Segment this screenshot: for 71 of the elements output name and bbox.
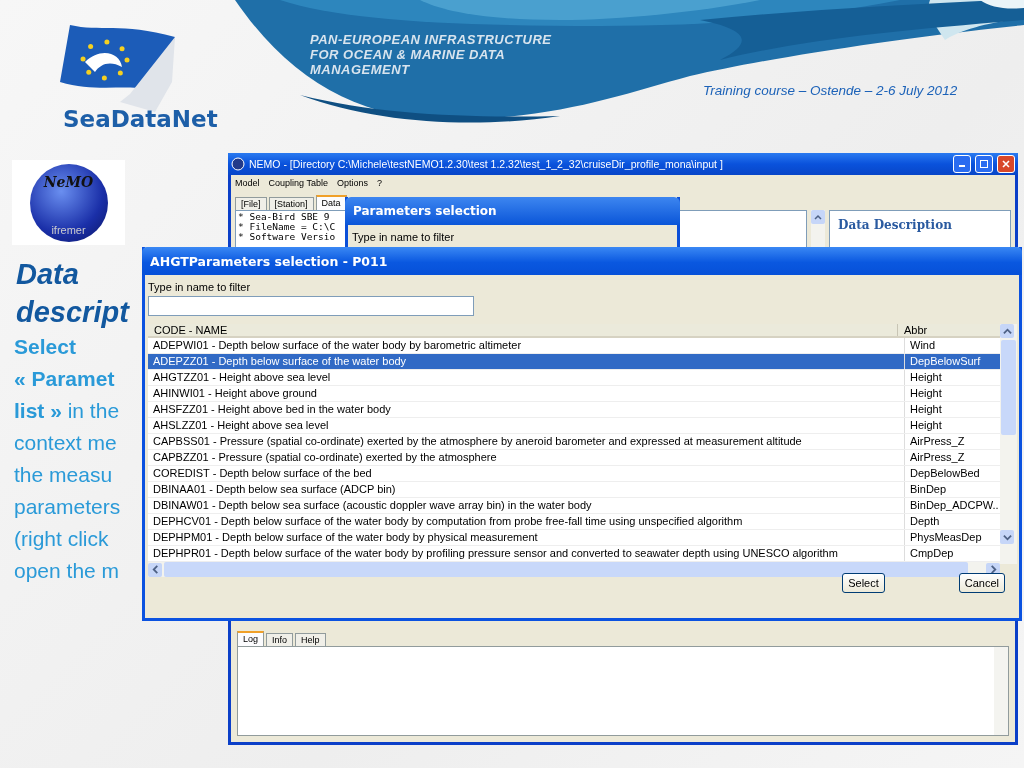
dialog-button[interactable]: Cancel bbox=[958, 573, 1005, 593]
table-cell[interactable]: AHGTZZ01 - Height above sea level bbox=[148, 370, 904, 385]
tab[interactable]: Help bbox=[295, 633, 326, 646]
table-cell[interactable]: AHINWI01 - Height above ground bbox=[148, 386, 904, 401]
tab[interactable]: [Station] bbox=[268, 197, 314, 210]
filter-field[interactable] bbox=[148, 296, 474, 316]
maximize-button[interactable] bbox=[975, 155, 993, 173]
table-cell[interactable]: AHSLZZ01 - Height above sea level bbox=[148, 418, 904, 433]
table-cell[interactable]: CAPBZZ01 - Pressure (spatial co-ordinate) exerted by the atmosphere bbox=[148, 450, 904, 465]
slide-text: parameters bbox=[14, 494, 122, 520]
panel-title: Data Description bbox=[838, 218, 952, 232]
table-cell[interactable]: AHSFZZ01 - Height above bed in the water body bbox=[148, 402, 904, 417]
file-line: * Sea-Bird SBE 9 bbox=[238, 212, 330, 222]
slide-text: (right click bbox=[14, 526, 110, 552]
tab[interactable]: Data bbox=[315, 195, 347, 210]
logo-subtitle: ifremer bbox=[51, 223, 86, 236]
logo-text: SeaDataNet bbox=[63, 106, 218, 132]
table-cell[interactable]: DBINAW01 - Depth below sea surface (acoustic doppler wave array bin) in the water body bbox=[148, 498, 904, 513]
slide-text: context me bbox=[14, 430, 118, 456]
file-line: * FileName = C:\C bbox=[238, 222, 336, 232]
scrollbar-thumb[interactable] bbox=[164, 562, 968, 577]
table-cell[interactable]: CAPBSS01 - Pressure (spatial co-ordinate) exerted by the atmosphere by aneroid barometer and expressed at measurement altitude bbox=[148, 434, 904, 449]
slide-text: list » in the bbox=[14, 398, 121, 424]
tagline-text: FOR OCEAN & MARINE DATA bbox=[310, 47, 507, 62]
slide-heading: descript bbox=[16, 295, 131, 330]
filter-label: Type in name to filter bbox=[351, 230, 456, 245]
dialog-title: AHGTParameters selection - P011 bbox=[142, 247, 1022, 275]
table-cell[interactable]: COREDIST - Depth below surface of the bed bbox=[148, 466, 904, 481]
slide-heading: Data bbox=[16, 257, 80, 292]
file-line: * Software Versio bbox=[238, 232, 336, 242]
slide-text: the measu bbox=[14, 462, 114, 488]
table-cell[interactable]: ADEPZZ01 - Depth below surface of the water body bbox=[148, 354, 904, 369]
menu-item[interactable]: Options bbox=[336, 178, 368, 188]
caret-up-icon bbox=[814, 214, 822, 220]
table-cell[interactable]: DEPHPR01 - Depth below surface of the water body by profiling pressure sensor and converted to seawater depth using UNESCO algorithm bbox=[148, 546, 904, 561]
close-icon bbox=[1002, 160, 1010, 168]
scroll-right-button[interactable] bbox=[988, 565, 998, 574]
menu-item[interactable]: Model bbox=[235, 178, 260, 188]
flag-logo-icon bbox=[60, 22, 176, 112]
table-cell[interactable]: ADEPWI01 - Depth below surface of the water body by barometric altimeter bbox=[148, 338, 904, 353]
menu-item[interactable]: Coupling Table bbox=[268, 178, 328, 188]
column-header[interactable]: CODE - NAME bbox=[148, 324, 897, 336]
scrollbar-thumb[interactable] bbox=[1001, 340, 1016, 435]
tab[interactable]: Log bbox=[237, 631, 265, 646]
maximize-icon bbox=[980, 160, 988, 168]
table-cell[interactable]: DepBelowSurf bbox=[904, 354, 1000, 369]
scroll-down-button[interactable] bbox=[1002, 532, 1012, 542]
slide-text: « Paramet bbox=[14, 366, 116, 392]
close-button[interactable] bbox=[997, 155, 1015, 173]
minimize-button[interactable] bbox=[953, 155, 971, 173]
menu-item[interactable]: ? bbox=[376, 178, 382, 188]
app-icon bbox=[231, 157, 245, 171]
scrollbar[interactable] bbox=[994, 647, 1008, 735]
logo-title: NeMO bbox=[43, 173, 94, 190]
tagline-text: MANAGEMENT bbox=[310, 62, 411, 77]
scroll-left-button[interactable] bbox=[150, 565, 160, 574]
scroll-up-button[interactable] bbox=[811, 210, 825, 224]
table-cell[interactable]: DEPHPM01 - Depth below surface of the water body by physical measurement bbox=[148, 530, 904, 545]
dialog-button[interactable]: Select bbox=[842, 573, 885, 593]
filter-label: Type in name to filter bbox=[147, 280, 252, 295]
table-cell[interactable]: DBINAA01 - Depth below sea surface (ADCP bin) bbox=[148, 482, 904, 497]
window-title: NEMO - [Directory C:\Michele\testNEMO1.2.30\test 1.2.32\test_1_2_32\cruiseDir_profile_mona\input ] bbox=[249, 158, 724, 170]
tab[interactable]: [File] bbox=[235, 197, 267, 210]
event-text: Training course – Ostende – 2-6 July 2012 bbox=[703, 83, 958, 98]
dialog-title: Parameters selection bbox=[345, 197, 680, 225]
tagline-text: PAN-EUROPEAN INFRASTRUCTURE bbox=[310, 32, 552, 47]
tab[interactable]: Info bbox=[266, 633, 294, 646]
slide-text: open the m bbox=[14, 558, 121, 584]
table-cell[interactable]: DEPHCV01 - Depth below surface of the water body by computation from probe free-fall time using unspecified algorithm bbox=[148, 514, 904, 529]
scroll-up-button[interactable] bbox=[1002, 326, 1012, 336]
slide-text: Select bbox=[14, 334, 77, 360]
